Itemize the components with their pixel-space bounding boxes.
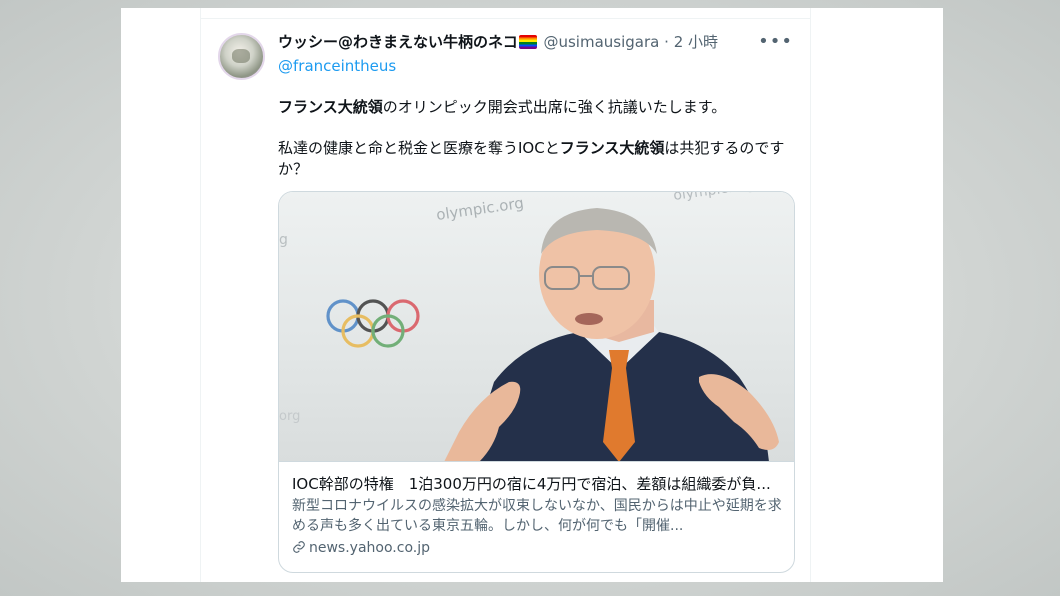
tweet-paragraph-2: 私達の健康と命と税金と医療を奪うIOCとフランス大統領は共犯するのですか？ [278, 138, 798, 180]
tweet-paragraph-1: フランス大統領のオリンピック開会式出席に強く抗議いたします。 [278, 97, 798, 118]
user-handle[interactable]: @usimausigara [543, 33, 659, 51]
link-card[interactable]: olympic.org olympic.org g org [278, 191, 795, 573]
bold-keyword: フランス大統領 [278, 98, 383, 116]
more-icon[interactable]: ••• [758, 32, 793, 52]
olympic-rings-icon [326, 299, 420, 348]
watermark-fragment: g [279, 232, 288, 248]
rainbow-flag-icon [518, 35, 537, 49]
watermark-text: olympic.org [435, 194, 525, 224]
card-image[interactable]: olympic.org olympic.org g org [279, 192, 794, 462]
card-photo: olympic.org olympic.org g org [279, 192, 779, 461]
card-description: 新型コロナウイルスの感染拡大が収束しないなか、国民からは中止や延期を求める声も多… [292, 498, 782, 534]
card-body[interactable]: IOC幹部の特権 1泊300万円の宿に4万円で宿泊、差額は組織委が負... 新型… [292, 474, 784, 558]
avatar[interactable] [218, 33, 265, 80]
watermark-text-2: olympic.org [672, 192, 756, 204]
separator-dot: · [664, 33, 669, 51]
card-domain-text: news.yahoo.co.jp [309, 540, 430, 556]
card-domain[interactable]: news.yahoo.co.jp [292, 538, 784, 558]
link-icon [293, 541, 305, 553]
mouth-shape [575, 313, 603, 325]
divider [201, 18, 810, 19]
tweet-timestamp[interactable]: 2 小時 [674, 33, 718, 51]
timeline-column: ウッシー@わきまえない牛柄のネコ @usimausigara · 2 小時 ••… [200, 8, 811, 582]
bold-keyword: フランス大統領 [559, 139, 665, 157]
screenshot-panel: ウッシー@わきまえない牛柄のネコ @usimausigara · 2 小時 ••… [121, 8, 943, 582]
text-segment: 私達の健康と命と税金と医療を奪うIOCと [278, 139, 560, 157]
tweet-header: ウッシー@わきまえない牛柄のネコ @usimausigara · 2 小時 [278, 32, 718, 52]
display-name[interactable]: ウッシー@わきまえない牛柄のネコ [278, 33, 518, 51]
tweet-text: フランス大統領のオリンピック開会式出席に強く抗議いたします。 私達の健康と命と税… [278, 97, 798, 200]
watermark-fragment: org [279, 409, 300, 424]
text-segment: のオリンピック開会式出席に強く抗議いたします。 [382, 98, 727, 116]
avatar-cat-shape [232, 49, 250, 63]
reply-mention-link[interactable]: @franceintheus [278, 56, 396, 76]
card-title[interactable]: IOC幹部の特権 1泊300万円の宿に4万円で宿泊、差額は組織委が負... [292, 474, 784, 494]
